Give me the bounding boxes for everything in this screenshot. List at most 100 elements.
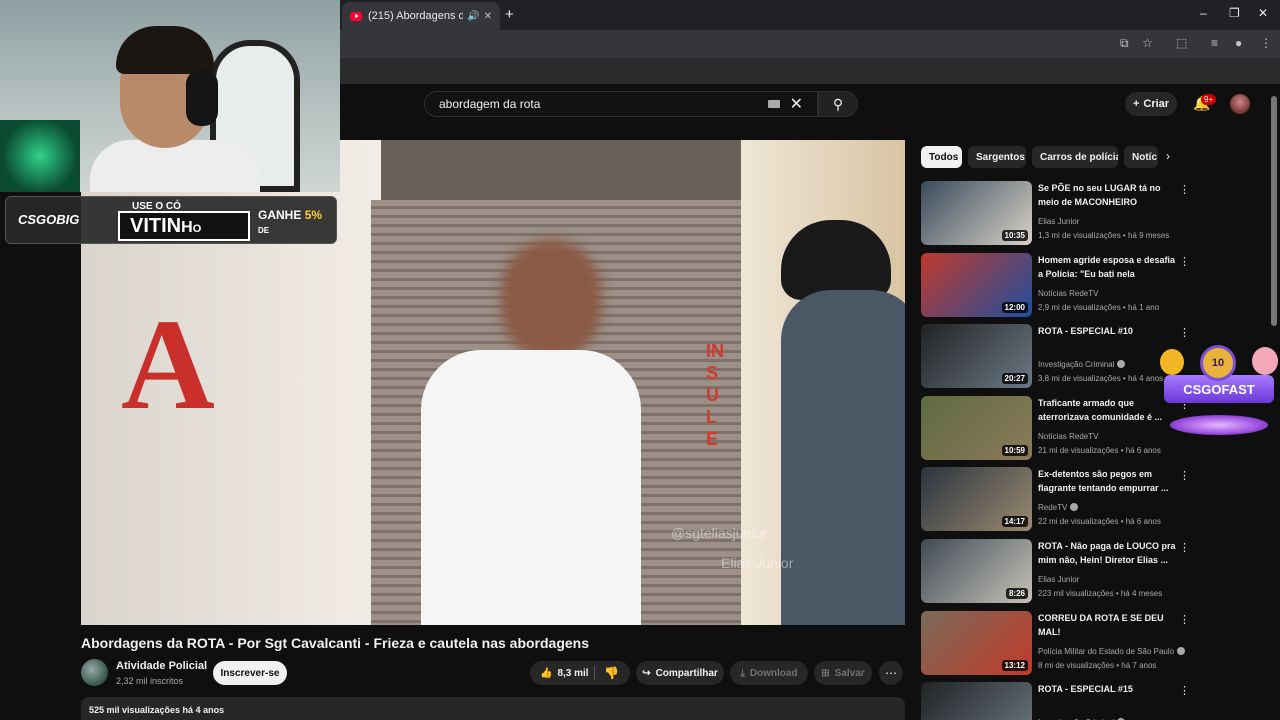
recommendation-title[interactable]: ROTA - ESPECIAL #10 — [1038, 324, 1176, 338]
keyboard-icon[interactable] — [767, 100, 780, 108]
video-thumbnail[interactable]: 13:12 — [921, 611, 1032, 675]
recommendation-title[interactable]: Homem agride esposa e desafia a Polícia:… — [1038, 253, 1176, 281]
duration-badge: 20:27 — [1001, 373, 1028, 384]
create-label: Criar — [1143, 98, 1170, 110]
cast-icon[interactable]: ⧉ — [1120, 36, 1129, 51]
like-divider — [594, 666, 595, 680]
chip-2[interactable]: Carros de polícia — [1032, 146, 1118, 168]
video-thumbnail[interactable]: 14:17 — [921, 467, 1032, 531]
recommendation-title[interactable]: Ex-detentos são pegos em flagrante tenta… — [1038, 467, 1176, 495]
speaker-icon[interactable]: 🔊 — [467, 11, 479, 22]
recommendation-item[interactable]: 12:00 Homem agride esposa e desafia a Pol… — [921, 253, 1261, 319]
clear-search-icon[interactable]: ✕ — [790, 94, 803, 114]
download-icon: ⤓ — [740, 667, 745, 679]
video-watermark-name: Elias Junior — [721, 555, 794, 571]
video-frame-person-head — [501, 240, 601, 360]
chip-1[interactable]: Sargentos — [968, 146, 1026, 168]
chevron-right-icon[interactable]: › — [1166, 149, 1170, 163]
recommendation-title[interactable]: Traficante armado que aterrorizava comun… — [1038, 396, 1176, 424]
download-label: Download — [749, 667, 798, 679]
chip-3[interactable]: Notíc — [1124, 146, 1158, 168]
video-frame-officer — [781, 290, 905, 625]
tab-title: (215) Abordagens da ROTA — [368, 10, 464, 22]
tab-close-icon[interactable]: ✕ — [484, 11, 492, 22]
recommendation-channel[interactable]: Notícias RedeTV — [1038, 432, 1098, 441]
video-thumbnail[interactable]: 10:35 — [921, 181, 1032, 245]
restore-button[interactable]: ❐ — [1229, 6, 1240, 20]
more-options-icon[interactable]: ⋮ — [1179, 326, 1190, 339]
recommendation-title[interactable]: ROTA - ESPECIAL #15 — [1038, 682, 1176, 696]
search-button[interactable]: ⚲ — [818, 91, 858, 117]
more-options-icon[interactable]: ⋮ — [1179, 684, 1190, 697]
extensions-icon[interactable]: ⬚ — [1176, 36, 1187, 50]
video-thumbnail[interactable]: 12:00 — [921, 253, 1032, 317]
chip-0[interactable]: Todos — [921, 146, 962, 168]
like-button[interactable]: 👍 8,3 mil 👎 — [530, 661, 630, 685]
thumbs-down-icon[interactable]: 👎 — [604, 666, 619, 680]
video-thumbnail[interactable]: 20:27 — [921, 324, 1032, 388]
save-icon: ⊞ — [821, 667, 830, 679]
video-thumbnail[interactable]: 8:26 — [921, 539, 1032, 603]
more-options-icon[interactable]: ⋮ — [1179, 183, 1190, 196]
recommendation-item[interactable]: 10:35 Se PÕE no seu LUGAR tá no meio de M… — [921, 181, 1261, 247]
recommendation-title[interactable]: ROTA - Não paga de LOUCO pra mim não, He… — [1038, 539, 1176, 567]
verified-check-icon — [1117, 360, 1126, 368]
recommendation-item[interactable]: 13:12 CORREU DA ROTA E SE DEU MAL! Polícia… — [921, 611, 1261, 677]
video-frame-officer-cap — [781, 220, 891, 300]
recommendation-channel[interactable]: Elias Junior — [1038, 217, 1079, 226]
recommendation-channel[interactable]: Polícia Militar do Estado de São Paulo — [1038, 647, 1186, 656]
more-options-icon[interactable]: ⋮ — [1179, 613, 1190, 626]
more-options-icon[interactable]: ⋮ — [1179, 541, 1190, 554]
minimize-button[interactable]: – — [1200, 6, 1207, 20]
recommendation-meta: 22 mi de visualizações • há 6 anos — [1038, 517, 1161, 526]
recommendation-title[interactable]: CORREU DA ROTA E SE DEU MAL! — [1038, 611, 1176, 639]
subscriber-count: 2,32 mil inscritos — [116, 676, 184, 686]
recommendation-meta: 21 mi de visualizações • há 6 anos — [1038, 446, 1161, 455]
menu-icon[interactable]: ⋮ — [1260, 36, 1272, 50]
video-thumbnail[interactable] — [921, 682, 1032, 720]
new-tab-button[interactable]: + — [505, 6, 514, 23]
download-button[interactable]: ⤓ Download — [730, 661, 808, 685]
save-button[interactable]: ⊞ Salvar — [814, 661, 872, 685]
recommendation-item[interactable]: 8:26 ROTA - Não paga de LOUCO pra mim não… — [921, 539, 1261, 605]
recommendation-title[interactable]: Se PÕE no seu LUGAR tá no meio de MACONH… — [1038, 181, 1176, 209]
recommendation-item[interactable]: ROTA - ESPECIAL #15Investigação Criminal… — [921, 682, 1261, 720]
more-options-icon[interactable]: ⋮ — [1179, 255, 1190, 268]
subscribe-button[interactable]: Inscrever-se — [213, 661, 287, 685]
recommendation-item[interactable]: 14:17 Ex-detentos são pegos em flagrante … — [921, 467, 1261, 533]
verified-check-icon — [1070, 503, 1079, 511]
more-actions-button[interactable]: ⋯ — [879, 661, 903, 685]
recommendation-meta: 1,3 mi de visualizações • há 9 meses — [1038, 231, 1170, 240]
channel-avatar[interactable] — [81, 659, 108, 686]
search-query: abordagem da rota — [439, 97, 541, 111]
bookmark-star-icon[interactable]: ☆ — [1142, 36, 1153, 50]
scrollbar-thumb[interactable] — [1271, 96, 1277, 326]
create-button[interactable]: + Criar — [1125, 92, 1177, 116]
close-window-button[interactable]: ✕ — [1258, 6, 1268, 20]
screen: (215) Abordagens da ROTA 🔊 ✕ + – ❐ ✕ ⧉ ☆… — [0, 0, 1280, 720]
profile-icon[interactable]: ● — [1235, 36, 1242, 50]
search-input[interactable]: abordagem da rota ✕ — [424, 91, 818, 117]
video-thumbnail[interactable]: 10:59 — [921, 396, 1032, 460]
media-icon[interactable]: ≡ — [1211, 36, 1218, 50]
duration-badge: 14:17 — [1001, 516, 1028, 527]
promo-code: VITINHO — [130, 215, 202, 237]
video-watermark: @sgteliasjunior — [671, 525, 767, 541]
more-options-icon[interactable]: ⋮ — [1179, 469, 1190, 482]
recommendation-channel[interactable]: Elias Junior — [1038, 575, 1079, 584]
csgofast-overlay: CSGOFAST 10 — [1160, 345, 1278, 439]
views-and-date: 525 mil visualizações há 4 anos — [89, 705, 225, 715]
account-avatar[interactable] — [1230, 94, 1250, 114]
browser-tab[interactable]: (215) Abordagens da ROTA 🔊 ✕ — [342, 2, 500, 30]
share-button[interactable]: ↪ Compartilhar — [636, 661, 724, 685]
recommendation-channel[interactable]: Investigação Criminal — [1038, 360, 1126, 369]
video-title: Abordagens da ROTA - Por Sgt Cavalcanti … — [81, 635, 590, 651]
description-box[interactable]: 525 mil visualizações há 4 anos — [81, 697, 905, 720]
verified-check-icon — [1177, 647, 1186, 655]
webcam-rgb-light — [0, 120, 80, 192]
duration-badge: 10:35 — [1001, 230, 1028, 241]
save-label: Salvar — [834, 667, 865, 679]
recommendation-channel[interactable]: Notícias RedeTV — [1038, 289, 1098, 298]
channel-name[interactable]: Atividade Policial — [116, 660, 207, 672]
recommendation-channel[interactable]: RedeTV — [1038, 503, 1079, 512]
